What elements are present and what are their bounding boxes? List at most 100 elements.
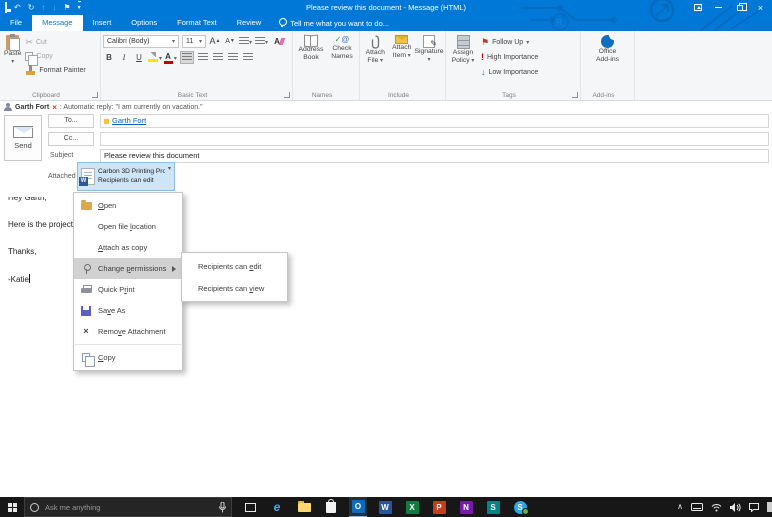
to-button[interactable]: To...	[48, 114, 94, 128]
customize-qat-icon[interactable]: ▾	[78, 1, 81, 15]
align-left-button[interactable]	[180, 51, 194, 64]
tab-review[interactable]: Review	[227, 15, 272, 31]
tab-insert[interactable]: Insert	[83, 15, 122, 31]
save-icon[interactable]	[5, 1, 7, 14]
copy-button[interactable]: Copy	[25, 50, 85, 63]
task-view-button[interactable]	[241, 497, 259, 517]
cc-button[interactable]: Cc...	[48, 132, 94, 146]
check-names-button[interactable]: ✓@ Check Names	[327, 34, 357, 90]
attach-item-button[interactable]: Attach Item	[389, 34, 416, 90]
minimize-button[interactable]	[708, 0, 729, 15]
skype-button[interactable]: S	[511, 497, 529, 517]
assign-policy-button[interactable]: Assign Policy	[448, 34, 478, 90]
cortana-search-box[interactable]: Ask me anything	[24, 497, 232, 517]
high-importance-button[interactable]: ! High Importance	[481, 51, 538, 64]
paperclip-icon	[370, 35, 381, 49]
submenu-item-recipients-can-edit[interactable]: Recipients can edit	[182, 255, 287, 277]
skype-business-button[interactable]: S	[484, 497, 502, 517]
decrease-indent-icon	[228, 53, 238, 62]
submenu-item-recipients-can-view[interactable]: Recipients can view	[182, 277, 287, 299]
remove-infobar-icon[interactable]: ×	[52, 103, 57, 112]
grow-font-button[interactable]: A▲	[209, 35, 221, 48]
edge-button[interactable]: e	[268, 497, 286, 517]
tags-dialog-launcher[interactable]	[572, 92, 578, 98]
word-button[interactable]: W	[376, 497, 394, 517]
attachment-status: Recipients can edit	[98, 177, 165, 186]
tray-chevron-icon[interactable]: ∧	[677, 503, 683, 511]
shrink-font-button[interactable]: A▼	[224, 35, 236, 48]
menu-item-copy[interactable]: Copy	[74, 347, 182, 368]
attachment-dropdown-icon[interactable]: ▾	[168, 165, 171, 172]
cut-button[interactable]: ✂ Cut	[25, 36, 85, 49]
font-color-button[interactable]: A	[165, 51, 177, 64]
align-center-button[interactable]	[197, 51, 209, 64]
undo-icon[interactable]: ↶	[14, 1, 21, 14]
volume-icon[interactable]	[730, 503, 741, 512]
basic-text-dialog-launcher[interactable]	[284, 92, 290, 98]
dropdown-caret-icon	[406, 52, 411, 59]
bullets-icon	[239, 37, 249, 46]
tell-me-box[interactable]: Tell me what you want to do...	[271, 15, 397, 31]
tab-file[interactable]: File	[0, 15, 32, 31]
redo-icon[interactable]: ↻	[28, 1, 35, 14]
numbering-button[interactable]	[255, 35, 268, 48]
menu-item-open-file-location[interactable]: Open file location	[74, 216, 182, 237]
excel-button[interactable]: X	[403, 497, 421, 517]
recipient-link[interactable]: Garth Fort	[112, 115, 146, 127]
menu-item-remove-attachment[interactable]: × Remove Attachment	[74, 321, 182, 342]
bold-button[interactable]: B	[103, 51, 115, 64]
tab-format-text[interactable]: Format Text	[167, 15, 226, 31]
action-center-icon[interactable]	[749, 503, 759, 512]
font-name-combobox[interactable]: Calibri (Body)	[103, 35, 179, 48]
restore-button[interactable]	[729, 0, 750, 15]
text-highlight-button[interactable]	[148, 51, 162, 64]
cc-field[interactable]	[100, 132, 769, 146]
dropdown-caret-icon	[470, 57, 475, 64]
wifi-icon[interactable]	[711, 503, 722, 512]
attachment-chip[interactable]: W Carbon 3D Printing Pro... Recipients c…	[77, 162, 175, 191]
ribbon-display-options-button[interactable]	[687, 0, 708, 15]
decrease-indent-button[interactable]	[227, 51, 239, 64]
low-importance-button[interactable]: ↓ Low Importance	[481, 66, 538, 79]
signature-button[interactable]: Signature	[415, 34, 443, 90]
paste-button[interactable]: Paste	[2, 34, 23, 77]
next-item-icon[interactable]: ↓	[52, 1, 56, 14]
store-button[interactable]	[322, 497, 340, 517]
microphone-icon[interactable]	[219, 502, 226, 513]
font-size-combobox[interactable]: 11	[182, 35, 206, 48]
start-button[interactable]	[0, 497, 24, 517]
bullets-button[interactable]	[239, 35, 252, 48]
menu-item-save-as[interactable]: Save As	[74, 300, 182, 321]
address-book-button[interactable]: Address Book	[295, 34, 327, 90]
menu-item-quick-print[interactable]: Quick Print	[74, 279, 182, 300]
office-addins-icon	[601, 35, 614, 48]
file-explorer-button[interactable]	[295, 497, 313, 517]
menu-item-change-permissions[interactable]: Change permissions	[74, 258, 182, 279]
onenote-button[interactable]: N	[457, 497, 475, 517]
follow-up-button[interactable]: ⚑ Follow Up	[481, 36, 538, 49]
menu-item-attach-as-copy[interactable]: Attach as copy	[74, 237, 182, 258]
underline-button[interactable]: U	[133, 51, 145, 64]
tab-message[interactable]: Message	[32, 15, 82, 31]
align-right-button[interactable]	[212, 51, 224, 64]
menu-item-open[interactable]: Open	[74, 195, 182, 216]
clipboard-dialog-launcher[interactable]	[92, 92, 98, 98]
italic-button[interactable]: I	[118, 51, 130, 64]
clear-formatting-button[interactable]: A	[271, 35, 283, 48]
attach-file-button[interactable]: Attach File	[362, 34, 389, 90]
format-painter-button[interactable]: Format Painter	[25, 64, 85, 77]
close-button[interactable]: ×	[750, 0, 771, 15]
send-button[interactable]: Send	[4, 115, 42, 161]
subject-field[interactable]: Please review this document	[100, 149, 769, 163]
touch-keyboard-icon[interactable]	[691, 503, 703, 511]
subject-label: Subject	[50, 152, 73, 159]
powerpoint-button[interactable]: P	[430, 497, 448, 517]
dropdown-caret-icon	[526, 39, 529, 46]
previous-item-icon[interactable]: ↑	[41, 1, 45, 14]
tab-options[interactable]: Options	[121, 15, 167, 31]
to-field[interactable]: Garth Fort	[100, 114, 769, 128]
increase-indent-button[interactable]	[242, 51, 254, 64]
office-addins-button[interactable]: Office Add-ins	[594, 34, 621, 90]
outlook-button[interactable]: O	[349, 497, 367, 517]
flag-icon[interactable]: ⚑	[63, 1, 70, 14]
